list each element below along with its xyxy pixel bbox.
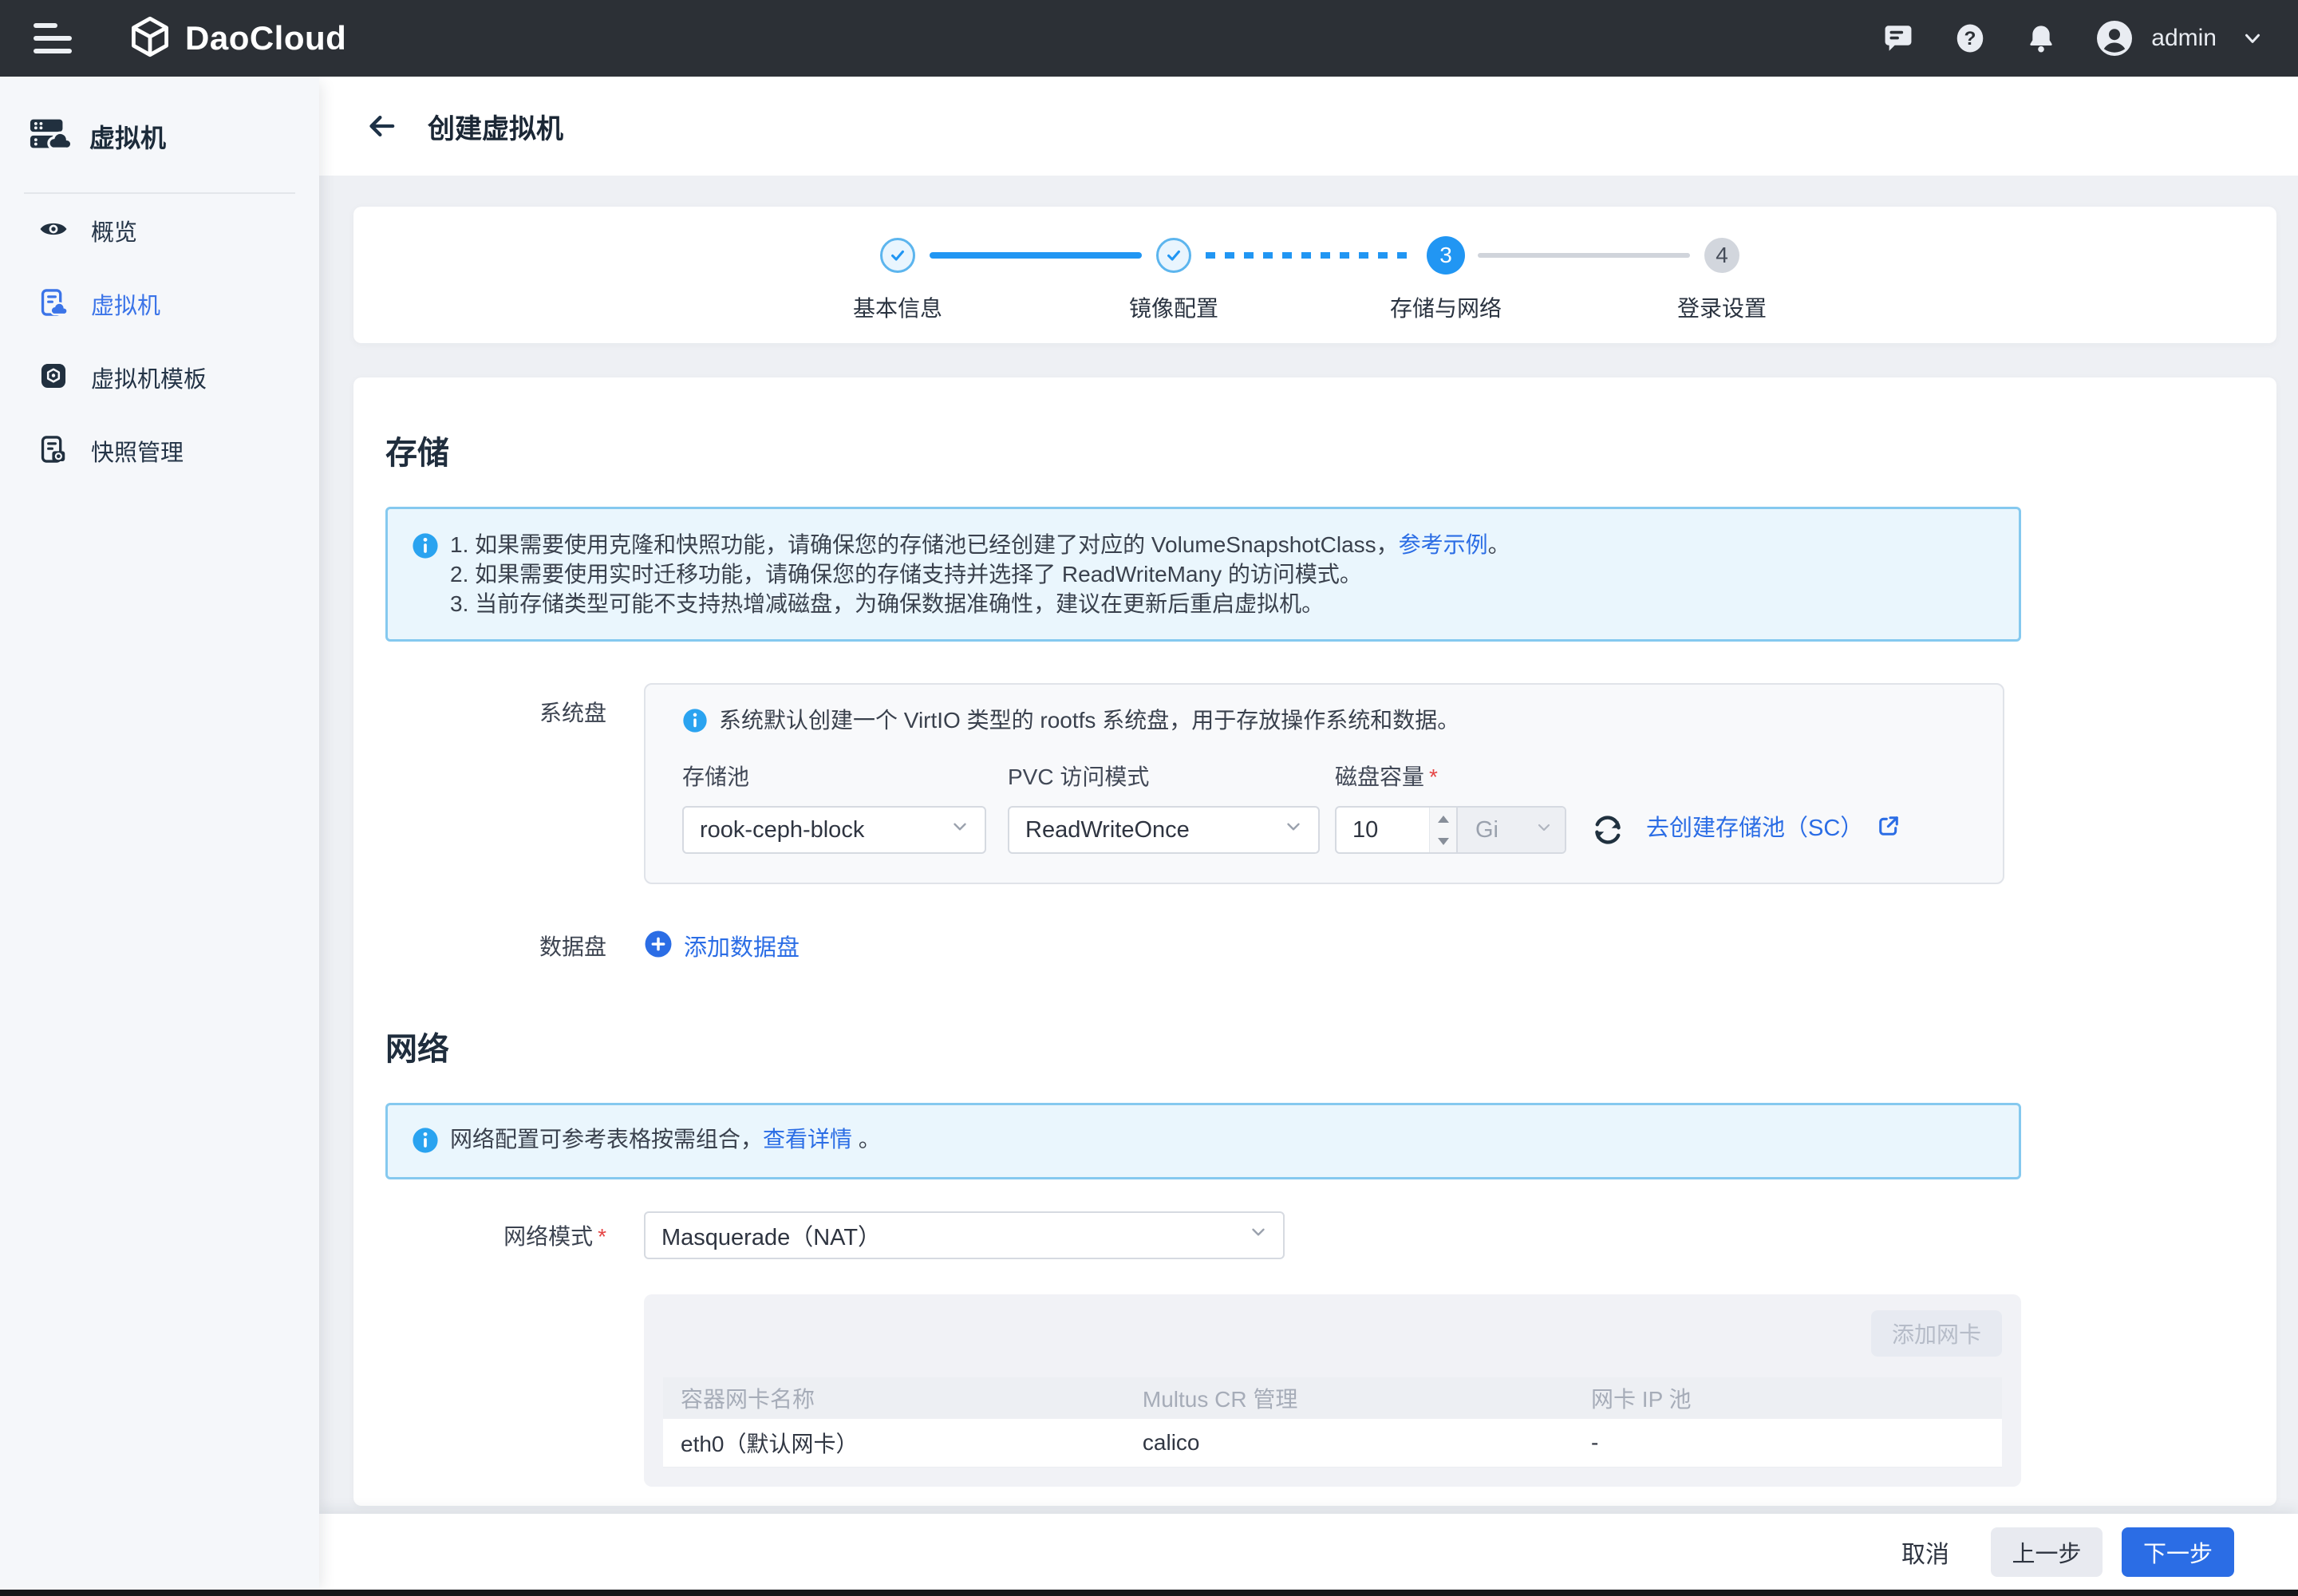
- required-asterisk: *: [598, 1224, 606, 1249]
- template-cube-icon: [38, 361, 69, 395]
- topbar: DaoCloud ?: [0, 0, 2298, 77]
- storage-pool-select[interactable]: rook-ceph-block: [682, 806, 986, 854]
- sidebar-module-title: 虚拟机: [89, 118, 166, 155]
- network-mode-label: 网络模式*: [385, 1219, 606, 1251]
- stepper-up-icon[interactable]: [1430, 808, 1456, 830]
- sidebar-item-vm-templates[interactable]: 虚拟机模板: [0, 341, 319, 414]
- previous-step-button[interactable]: 上一步: [1991, 1527, 2103, 1577]
- storage-notice-box: 1. 如果需要使用克隆和快照功能，请确保您的存储池已经创建了对应的 Volume…: [385, 507, 2021, 642]
- storage-section-heading: 存储: [385, 377, 2276, 473]
- step-3-circle[interactable]: 3: [1427, 236, 1465, 275]
- pvc-access-mode-label: PVC 访问模式: [1008, 760, 1320, 792]
- add-data-disk-button[interactable]: 添加数据盘: [644, 929, 800, 962]
- pvc-access-mode-select[interactable]: ReadWriteOnce: [1008, 806, 1320, 854]
- check-icon: [889, 247, 906, 264]
- next-step-button[interactable]: 下一步: [2122, 1527, 2234, 1577]
- svg-text:?: ?: [1964, 28, 1976, 49]
- step-connector-1: [930, 252, 1142, 259]
- capacity-stepper: [1429, 808, 1456, 852]
- step-3-label: 存储与网络: [1350, 291, 1542, 323]
- user-menu-chevron-down-icon[interactable]: [2241, 26, 2264, 50]
- help-icon[interactable]: ?: [1953, 22, 1987, 55]
- eye-icon: [38, 214, 69, 248]
- data-disk-label: 数据盘: [385, 930, 606, 962]
- messages-icon[interactable]: [1881, 22, 1915, 55]
- nic-table-row: 添加网卡 容器网卡名称 Multus CR 管理 网卡 IP 池 eth0（默认…: [353, 1294, 2276, 1487]
- step-4-label: 登录设置: [1626, 291, 1818, 323]
- sidebar: 虚拟机 概览 虚拟机: [0, 77, 319, 1596]
- nic-table: 容器网卡名称 Multus CR 管理 网卡 IP 池 eth0（默认网卡） c…: [663, 1377, 2002, 1468]
- step-2-circle[interactable]: [1156, 238, 1191, 273]
- window-bottom-edge: [0, 1590, 2298, 1596]
- system-disk-label: 系统盘: [385, 696, 606, 728]
- chevron-down-icon: [950, 816, 970, 843]
- sidebar-item-snapshots[interactable]: 快照管理: [0, 414, 319, 488]
- user-avatar[interactable]: [2095, 19, 2134, 57]
- storage-notice-text: 1. 如果需要使用克隆和快照功能，请确保您的存储池已经创建了对应的 Volume…: [450, 530, 1510, 618]
- storage-pool-label: 存储池: [682, 760, 986, 792]
- plus-circle-icon: [644, 930, 673, 962]
- external-link-icon: [1876, 813, 1901, 839]
- storage-network-form-card: 存储 1. 如果需要使用克隆和快照功能，请确保您的存储池已经创建了对应的 Vol…: [353, 377, 2276, 1506]
- notifications-bell-icon[interactable]: [2025, 22, 2057, 54]
- chevron-down-icon: [1283, 816, 1304, 843]
- network-mode-select[interactable]: Masquerade（NAT）: [644, 1211, 1285, 1259]
- vm-doc-cloud-icon: [38, 287, 69, 322]
- chevron-down-icon: [1534, 817, 1554, 843]
- daocloud-cube-icon: [129, 16, 171, 61]
- data-disk-row: 数据盘 添加数据盘: [353, 929, 2276, 962]
- network-notice-text: 网络配置可参考表格按需组合，查看详情 。: [450, 1124, 881, 1158]
- system-disk-notice: 系统默认创建一个 VirtIO 类型的 rootfs 系统盘，用于存放操作系统和…: [719, 705, 1459, 735]
- disk-capacity-label: 磁盘容量*: [1335, 760, 1566, 792]
- network-notice-box: 网络配置可参考表格按需组合，查看详情 。: [385, 1103, 2021, 1179]
- info-icon: [412, 1127, 439, 1158]
- disk-capacity-input-group: 10 Gi: [1335, 806, 1566, 854]
- step-1-circle[interactable]: [880, 238, 915, 273]
- chevron-down-icon: [1248, 1222, 1269, 1249]
- step-4-circle[interactable]: 4: [1704, 238, 1739, 273]
- sidebar-module-header: 虚拟机: [0, 77, 319, 157]
- info-icon: [412, 532, 439, 618]
- page-title: 创建虚拟机: [428, 107, 563, 146]
- info-icon: [682, 708, 708, 737]
- check-icon: [1165, 247, 1183, 264]
- wizard-stepper: 3 4 基本信息 镜像配置 存储与网络 登录设置: [353, 207, 2276, 343]
- stepper-down-icon[interactable]: [1430, 830, 1456, 852]
- step-connector-2: [1206, 252, 1415, 259]
- username-label: admin: [2151, 25, 2217, 52]
- brand-logo[interactable]: DaoCloud: [129, 16, 346, 61]
- snapshot-doc-camera-icon: [38, 434, 69, 468]
- content-area: 3 4 基本信息 镜像配置 存储与网络 登录设置 存储 1. 如果需要使用克隆和…: [319, 176, 2298, 1514]
- nic-table-header: 容器网卡名称 Multus CR 管理 网卡 IP 池: [663, 1377, 2002, 1419]
- page-header: 创建虚拟机: [319, 77, 2298, 176]
- disk-capacity-input[interactable]: 10: [1337, 808, 1429, 852]
- create-storage-pool-link[interactable]: 去创建存储池（SC）: [1646, 809, 1901, 843]
- refresh-icon[interactable]: [1590, 812, 1625, 847]
- system-disk-row: 系统盘 系统默认创建一个 VirtIO 类型的 rootfs 系统盘，用于存放操…: [353, 683, 2276, 884]
- menu-toggle-icon[interactable]: [34, 23, 73, 53]
- add-nic-button[interactable]: 添加网卡: [1871, 1310, 2002, 1357]
- capacity-unit-select[interactable]: Gi: [1456, 808, 1565, 852]
- required-asterisk: *: [1429, 764, 1438, 789]
- step-2-label: 镜像配置: [1078, 291, 1269, 323]
- back-arrow-icon[interactable]: [365, 110, 397, 142]
- cancel-button[interactable]: 取消: [1901, 1535, 1949, 1570]
- nic-table-row-eth0: eth0（默认网卡） calico -: [663, 1419, 2002, 1468]
- sidebar-item-virtual-machines[interactable]: 虚拟机: [0, 267, 319, 341]
- view-details-link[interactable]: 查看详情: [763, 1127, 852, 1152]
- step-1-label: 基本信息: [802, 291, 993, 323]
- wizard-footer: 取消 上一步 下一步: [319, 1514, 2298, 1590]
- network-section-heading: 网络: [385, 1023, 2276, 1069]
- network-mode-row: 网络模式* Masquerade（NAT）: [353, 1211, 2276, 1259]
- brand-name: DaoCloud: [185, 19, 346, 57]
- reference-example-link[interactable]: 参考示例: [1399, 532, 1488, 557]
- system-disk-panel: 系统默认创建一个 VirtIO 类型的 rootfs 系统盘，用于存放操作系统和…: [644, 683, 2004, 884]
- step-connector-3: [1478, 253, 1690, 258]
- sidebar-item-overview[interactable]: 概览: [0, 194, 319, 267]
- vm-module-icon: [29, 115, 72, 157]
- nic-card: 添加网卡 容器网卡名称 Multus CR 管理 网卡 IP 池 eth0（默认…: [644, 1294, 2021, 1487]
